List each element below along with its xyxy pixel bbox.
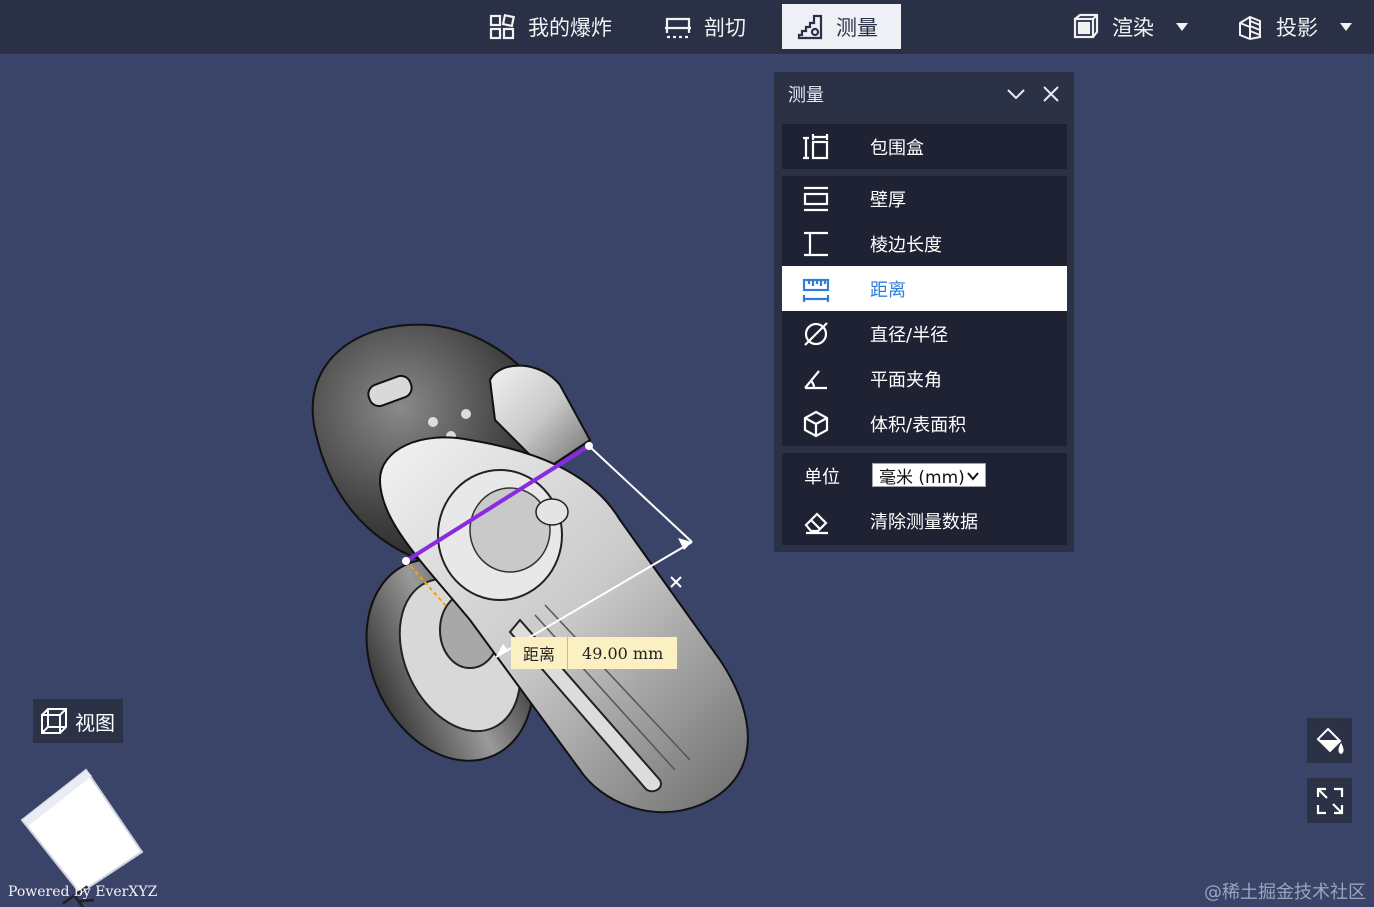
explode-label: 我的爆炸: [528, 15, 612, 40]
explode-icon: [489, 13, 516, 39]
measure-panel: 测量 包围盒 壁厚 棱边长度 距离 直径/半径 平面夹角 体积/表面积 单位 毫…: [774, 72, 1074, 552]
render-cube-icon: [1073, 13, 1099, 38]
fullscreen-icon: [1316, 787, 1343, 814]
bounding-box-label: 包围盒: [870, 137, 924, 159]
viewer-app: 我的爆炸 剖切 测量 渲染 投影 距离 49.00 mm 下 测量 包围盒 壁厚…: [0, 0, 1374, 907]
paint-bucket-button[interactable]: [1307, 718, 1352, 763]
measure-panel-header: 测量: [774, 72, 1074, 116]
measure-button[interactable]: 测量: [782, 4, 901, 49]
measure-tools-group: 壁厚 棱边长度 距离 直径/半径 平面夹角 体积/表面积: [782, 176, 1067, 446]
eraser-icon: [804, 512, 828, 535]
paint-bucket-icon: [1316, 727, 1343, 754]
volume-area-item[interactable]: 体积/表面积: [782, 401, 1067, 446]
unit-label: 单位: [804, 466, 840, 488]
diameter-icon: [804, 322, 828, 346]
wall-thickness-label: 壁厚: [870, 189, 906, 211]
render-label: 渲染: [1112, 15, 1154, 40]
diameter-item[interactable]: 直径/半径: [782, 311, 1067, 356]
collapse-chevron-icon[interactable]: [1004, 82, 1028, 106]
section-button[interactable]: 剖切: [650, 4, 760, 49]
unit-row: 单位 毫米 (mm): [782, 453, 1067, 498]
edge-length-item[interactable]: 棱边长度: [782, 221, 1067, 266]
section-cut-icon: [665, 17, 691, 38]
top-toolbar: 我的爆炸 剖切 测量 渲染 投影: [0, 0, 1374, 54]
volume-area-label: 体积/表面积: [870, 414, 967, 436]
distance-item[interactable]: 距离: [782, 266, 1067, 311]
unit-select[interactable]: 毫米 (mm): [872, 463, 986, 488]
wall-thickness-item[interactable]: 壁厚: [782, 176, 1067, 221]
chevron-down-icon: [967, 472, 979, 481]
3d-viewport[interactable]: 距离 49.00 mm 下: [0, 54, 1374, 907]
distance-label: 距离 49.00 mm: [511, 637, 678, 669]
bounding-box-item[interactable]: 包围盒: [782, 124, 1067, 169]
clear-measurements-label: 清除测量数据: [870, 511, 978, 533]
distance-item-label: 距离: [870, 279, 906, 301]
view-button[interactable]: 视图: [33, 699, 123, 743]
bounding-box-group: 包围盒: [782, 124, 1067, 169]
plane-angle-label: 平面夹角: [870, 369, 942, 391]
measure-panel-title: 测量: [788, 85, 824, 106]
section-label: 剖切: [704, 15, 746, 40]
distance-label-key: 距离: [511, 637, 569, 669]
wall-thickness-icon: [803, 186, 829, 212]
view-button-label: 视图: [75, 710, 115, 735]
projection-dropdown[interactable]: 投影: [1222, 4, 1366, 49]
watermark: @稀土掘金技术社区: [1204, 882, 1366, 903]
clear-measurements-item[interactable]: 清除测量数据: [782, 498, 1067, 543]
close-panel-icon[interactable]: [1039, 82, 1063, 106]
distance-ruler-icon: [802, 278, 830, 302]
unit-select-value: 毫米 (mm): [879, 467, 965, 488]
projection-label: 投影: [1276, 15, 1318, 40]
angle-icon: [804, 370, 827, 390]
projection-icon: [1239, 15, 1261, 40]
edge-length-icon: [804, 231, 828, 257]
render-caret-icon: [1176, 22, 1188, 31]
close-measurement-icon[interactable]: [670, 576, 682, 588]
measure-label: 测量: [836, 15, 878, 40]
edge-length-label: 棱边长度: [870, 234, 942, 256]
plane-angle-item[interactable]: 平面夹角: [782, 356, 1067, 401]
powered-by: Powered by EverXYZ: [8, 884, 158, 900]
wireframe-cube-icon: [41, 708, 67, 734]
explode-button[interactable]: 我的爆炸: [474, 4, 626, 49]
options-group: 单位 毫米 (mm) 清除测量数据: [782, 453, 1067, 545]
render-dropdown[interactable]: 渲染: [1058, 4, 1202, 49]
measure-icon: [797, 14, 823, 39]
diameter-label: 直径/半径: [870, 324, 949, 346]
fullscreen-button[interactable]: [1307, 778, 1352, 823]
volume-cube-icon: [803, 410, 829, 438]
model-render: [20, 323, 749, 895]
projection-caret-icon: [1340, 22, 1352, 31]
bounding-box-icon: [803, 134, 829, 160]
distance-value: 49.00 mm: [582, 643, 664, 663]
